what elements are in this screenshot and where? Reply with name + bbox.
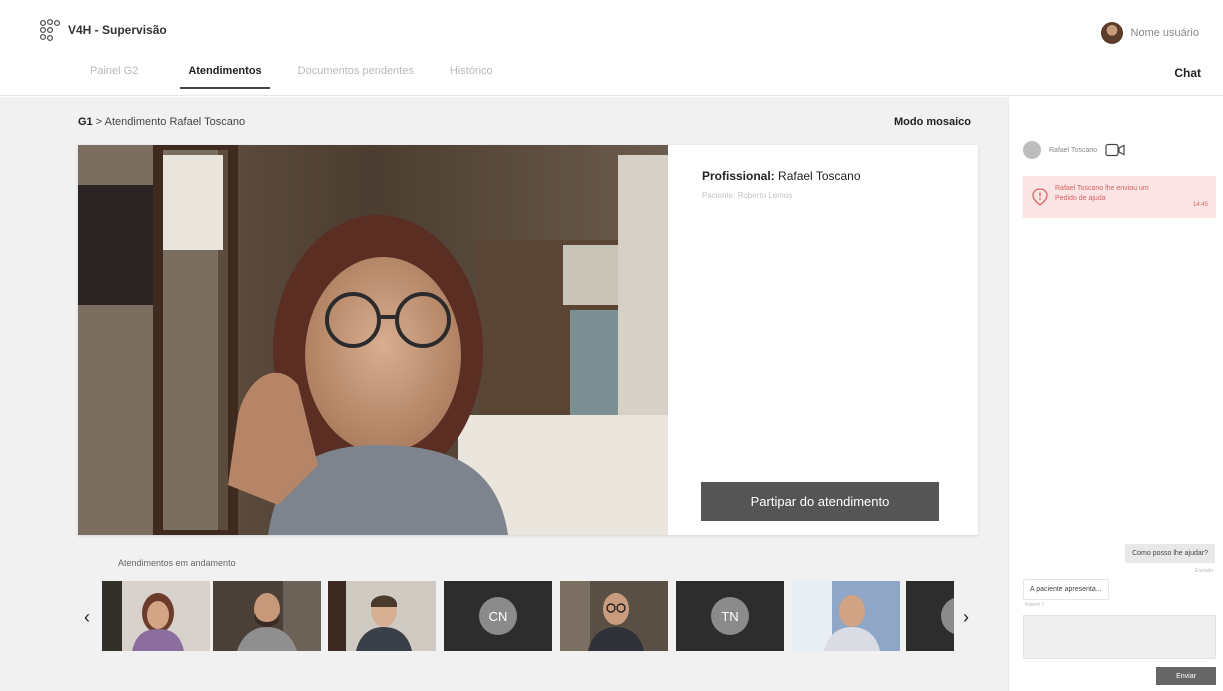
breadcrumb-group[interactable]: G1 xyxy=(78,116,93,128)
chat-contact[interactable]: Rafael Toscano xyxy=(1023,141,1125,159)
outgoing-message-time: Enviado xyxy=(1194,568,1213,574)
join-session-button[interactable]: Partipar do atendimento xyxy=(701,482,939,521)
main-video[interactable] xyxy=(78,145,668,535)
initials-avatar: J xyxy=(941,597,954,635)
help-request-alert[interactable]: Rafael Toscano lhe enviou um Pedido de a… xyxy=(1023,176,1216,218)
main-panel: G1 > Atendimento Rafael Toscano Modo mos… xyxy=(0,97,1008,691)
alert-text: Rafael Toscano lhe enviou um Pedido de a… xyxy=(1055,185,1149,202)
video-camera-icon[interactable] xyxy=(1105,143,1125,157)
session-thumbnail-initials[interactable]: CN xyxy=(444,581,552,651)
tab-atendimentos[interactable]: Atendimentos xyxy=(180,65,271,89)
main-tabs: Painel G2 Atendimentos Documentos penden… xyxy=(90,65,529,89)
alert-time: 14:45 xyxy=(1192,202,1208,208)
ongoing-sessions-carousel: CN TN J xyxy=(102,581,954,651)
breadcrumb-separator: > xyxy=(95,116,103,128)
brand[interactable]: V4H - Supervisão xyxy=(38,18,167,42)
tab-documentos-pendentes[interactable]: Documentos pendentes xyxy=(298,65,414,89)
tab-painel[interactable]: Painel G2 xyxy=(90,65,138,89)
chat-contact-name: Rafael Toscano xyxy=(1049,146,1098,154)
session-thumbnail-initials[interactable]: TN xyxy=(676,581,784,651)
breadcrumb: G1 > Atendimento Rafael Toscano xyxy=(78,116,245,128)
session-thumbnail[interactable] xyxy=(792,581,900,651)
carousel-next-icon[interactable]: › xyxy=(963,607,969,628)
incoming-message: A paciente apresenta... xyxy=(1023,579,1109,600)
mosaic-mode-button[interactable]: Modo mosaico xyxy=(894,116,971,128)
thumbnail-video-image xyxy=(102,581,210,651)
incoming-message-time: Robert 7 xyxy=(1025,602,1045,608)
thumbnail-video-image xyxy=(328,581,436,651)
session-thumbnail[interactable] xyxy=(328,581,436,651)
initials-avatar: TN xyxy=(711,597,749,635)
session-thumbnail[interactable] xyxy=(560,581,668,651)
session-stage: Profissional: Rafael Toscano Paciente: R… xyxy=(78,145,978,535)
app-logo-icon xyxy=(39,18,61,42)
alert-pin-icon xyxy=(1032,188,1048,206)
user-menu[interactable]: Nome usuário xyxy=(1100,22,1199,44)
chat-panel: Rafael Toscano Rafael Toscano lhe enviou… xyxy=(1008,97,1223,691)
session-thumbnail[interactable] xyxy=(213,581,321,651)
session-thumbnail-initials[interactable]: J xyxy=(906,581,954,651)
breadcrumb-current: Atendimento Rafael Toscano xyxy=(104,116,246,128)
professional-name: Rafael Toscano xyxy=(778,169,861,183)
professional-line: Profissional: Rafael Toscano xyxy=(702,169,861,183)
app-title: V4H - Supervisão xyxy=(68,23,167,37)
tab-historico[interactable]: Histórico xyxy=(450,65,493,89)
carousel-prev-icon[interactable]: ‹ xyxy=(84,607,90,628)
video-frame-image xyxy=(78,145,668,535)
session-info: Profissional: Rafael Toscano Paciente: R… xyxy=(668,145,978,535)
initials-avatar: CN xyxy=(479,597,517,635)
avatar xyxy=(1023,141,1041,159)
thumbnail-video-image xyxy=(213,581,321,651)
user-name: Nome usuário xyxy=(1130,27,1199,39)
ongoing-sessions-label: Atendimentos em andamento xyxy=(118,558,236,568)
thumbnail-video-image xyxy=(792,581,900,651)
outgoing-message: Como posso lhe ajudar? xyxy=(1125,544,1215,563)
avatar[interactable] xyxy=(1100,22,1123,44)
thumbnail-video-image xyxy=(560,581,668,651)
chat-message-input[interactable] xyxy=(1023,615,1216,659)
patient-line: Paciente: Roberto Lemos xyxy=(702,191,793,200)
send-button[interactable]: Enviar xyxy=(1156,667,1216,685)
chat-title: Chat xyxy=(1174,66,1201,80)
top-header: V4H - Supervisão Nome usuário Painel G2 … xyxy=(0,0,1223,96)
session-thumbnail[interactable] xyxy=(102,581,210,651)
professional-label: Profissional: xyxy=(702,169,775,183)
